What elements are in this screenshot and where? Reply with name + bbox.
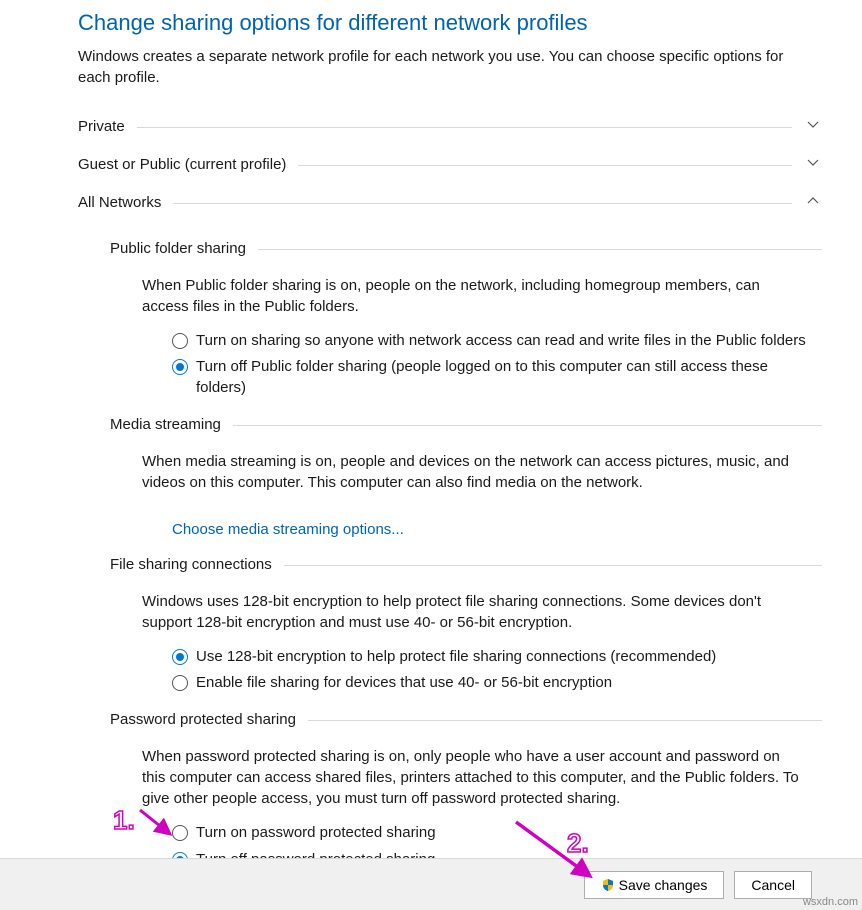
- page-description: Windows creates a separate network profi…: [78, 46, 798, 88]
- public-folder-desc: When Public folder sharing is on, people…: [142, 275, 802, 317]
- radio-icon: [172, 649, 188, 665]
- divider: [173, 203, 792, 204]
- section-all-label: All Networks: [78, 194, 161, 211]
- section-private[interactable]: Private: [78, 108, 822, 146]
- subsection-file-sharing: File sharing connections Windows uses 12…: [110, 556, 822, 694]
- save-button-label: Save changes: [619, 877, 708, 893]
- radio-label: Turn on sharing so anyone with network a…: [196, 331, 806, 351]
- cancel-button[interactable]: Cancel: [734, 871, 812, 899]
- chevron-down-icon: [804, 118, 822, 135]
- radio-password-on[interactable]: Turn on password protected sharing: [172, 823, 812, 843]
- radio-label: Turn off Public folder sharing (people l…: [196, 357, 812, 398]
- media-title: Media streaming: [110, 416, 221, 433]
- chevron-down-icon: [804, 156, 822, 173]
- radio-label: Use 128-bit encryption to help protect f…: [196, 647, 716, 667]
- file-sharing-title: File sharing connections: [110, 556, 272, 573]
- radio-public-on[interactable]: Turn on sharing so anyone with network a…: [172, 331, 812, 351]
- password-desc: When password protected sharing is on, o…: [142, 746, 802, 809]
- subsection-media-streaming: Media streaming When media streaming is …: [110, 416, 822, 538]
- cancel-button-label: Cancel: [751, 877, 795, 893]
- subsection-public-folder: Public folder sharing When Public folder…: [110, 240, 822, 398]
- page-title: Change sharing options for different net…: [78, 10, 822, 36]
- divider: [284, 565, 822, 566]
- radio-label: Turn on password protected sharing: [196, 823, 436, 843]
- divider: [137, 127, 792, 128]
- radio-icon: [172, 359, 188, 375]
- media-options-link[interactable]: Choose media streaming options...: [172, 521, 404, 538]
- subsection-password-sharing: Password protected sharing When password…: [110, 711, 822, 870]
- password-title: Password protected sharing: [110, 711, 296, 728]
- divider: [258, 249, 822, 250]
- radio-label: Enable file sharing for devices that use…: [196, 673, 612, 693]
- file-sharing-desc: Windows uses 128-bit encryption to help …: [142, 591, 802, 633]
- uac-shield-icon: [601, 878, 615, 892]
- divider: [308, 720, 822, 721]
- divider: [233, 425, 822, 426]
- radio-public-off[interactable]: Turn off Public folder sharing (people l…: [172, 357, 812, 398]
- section-private-label: Private: [78, 118, 125, 135]
- section-guest-label: Guest or Public (current profile): [78, 156, 286, 173]
- radio-icon: [172, 333, 188, 349]
- watermark: wsxdn.com: [803, 896, 858, 908]
- radio-icon: [172, 825, 188, 841]
- radio-40-56bit[interactable]: Enable file sharing for devices that use…: [172, 673, 812, 693]
- divider: [298, 165, 792, 166]
- public-folder-title: Public folder sharing: [110, 240, 246, 257]
- save-changes-button[interactable]: Save changes: [584, 871, 725, 899]
- section-all-networks[interactable]: All Networks: [78, 184, 822, 222]
- section-guest-public[interactable]: Guest or Public (current profile): [78, 146, 822, 184]
- radio-icon: [172, 675, 188, 691]
- chevron-up-icon: [804, 194, 822, 211]
- radio-128bit[interactable]: Use 128-bit encryption to help protect f…: [172, 647, 812, 667]
- media-desc: When media streaming is on, people and d…: [142, 451, 802, 493]
- footer-bar: Save changes Cancel: [0, 858, 862, 910]
